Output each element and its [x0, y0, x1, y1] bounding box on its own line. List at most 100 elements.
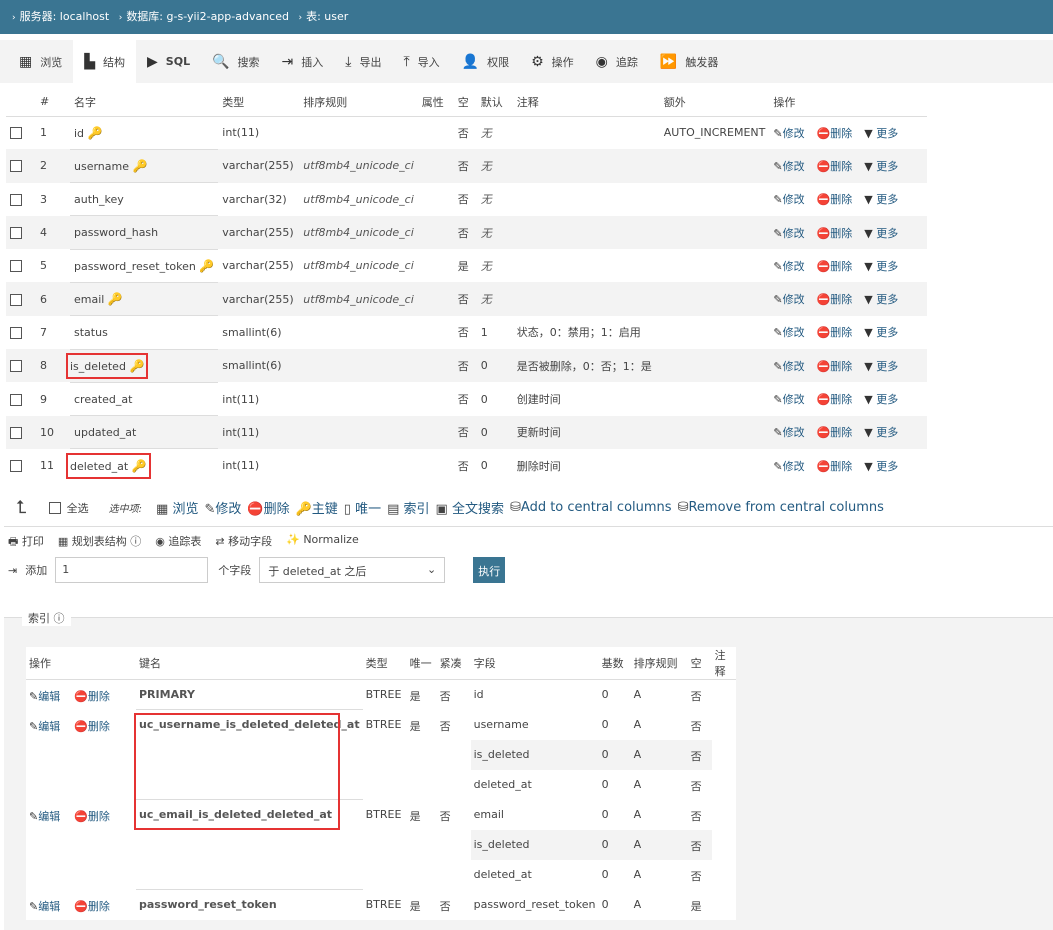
field-name[interactable]: email [74, 293, 104, 306]
drop-button[interactable]: ⛔删除 [817, 127, 853, 140]
drop-button[interactable]: ⛔删除 [817, 426, 853, 439]
change-button[interactable]: ✎修改 [773, 227, 804, 240]
tab-1[interactable]: ▙ 结构 [73, 40, 137, 83]
drop-index-button[interactable]: ⛔删除 [74, 720, 110, 733]
bulk-fulltext-button[interactable]: ▣ 全文搜索 [436, 498, 504, 517]
breadcrumb-server[interactable]: 服务器: localhost [20, 10, 110, 23]
more-dropdown[interactable]: ▼ 更多 [864, 193, 898, 206]
field-name[interactable]: password_hash [74, 226, 158, 239]
remove-central-columns-button[interactable]: ⛁Remove from central columns [678, 500, 884, 515]
drop-index-button[interactable]: ⛔删除 [74, 900, 110, 913]
drop-button[interactable]: ⛔删除 [817, 260, 853, 273]
check-all-checkbox[interactable] [48, 501, 61, 514]
normalize-button[interactable]: ✨ Normalize [286, 533, 359, 552]
breadcrumb-table[interactable]: 表: user [306, 10, 348, 23]
bulk-change-button[interactable]: ✎修改 [204, 498, 241, 517]
tab-8[interactable]: ⚙ 操作 [520, 40, 585, 83]
field-count-input[interactable]: 1 [55, 557, 209, 583]
add-central-columns-button[interactable]: ⛁Add to central columns [510, 500, 672, 515]
row-checkbox[interactable] [10, 160, 22, 173]
change-button[interactable]: ✎修改 [773, 326, 804, 339]
row-checkbox[interactable] [10, 227, 22, 240]
change-button[interactable]: ✎修改 [773, 127, 804, 140]
row-checkbox[interactable] [10, 393, 22, 406]
bulk-unique-button[interactable]: ▯ 唯一 [344, 498, 381, 517]
drop-button[interactable]: ⛔删除 [817, 160, 853, 173]
tab-2[interactable]: ▶ SQL [136, 40, 201, 83]
row-checkbox[interactable] [10, 326, 22, 339]
change-button[interactable]: ✎修改 [773, 360, 804, 373]
go-button[interactable]: 执行 [473, 557, 506, 583]
drop-index-button[interactable]: ⛔删除 [74, 810, 110, 823]
bulk-primary-button[interactable]: 🔑主键 [296, 498, 338, 517]
row-checkbox[interactable] [10, 426, 22, 439]
bulk-index-button[interactable]: ▤ 索引 [387, 498, 429, 517]
drop-button[interactable]: ⛔删除 [817, 193, 853, 206]
check-all-label[interactable]: 全选 [67, 500, 89, 516]
field-name[interactable]: status [74, 326, 108, 339]
more-dropdown[interactable]: ▼ 更多 [864, 460, 898, 473]
field-name[interactable]: id [74, 127, 84, 140]
more-dropdown[interactable]: ▼ 更多 [864, 160, 898, 173]
row-checkbox[interactable] [10, 460, 22, 473]
change-button[interactable]: ✎修改 [773, 293, 804, 306]
field-name[interactable]: deleted_at [70, 460, 128, 473]
edit-index-button[interactable]: ✎编辑 [29, 810, 60, 823]
tab-5[interactable]: ⤓ 导出 [334, 40, 392, 83]
change-button[interactable]: ✎修改 [773, 260, 804, 273]
edit-index-button[interactable]: ✎编辑 [29, 690, 60, 703]
tab-4[interactable]: ⇥ 插入 [271, 40, 335, 83]
field-name[interactable]: created_at [74, 393, 132, 406]
row-checkbox[interactable] [10, 193, 22, 206]
drop-button[interactable]: ⛔删除 [817, 460, 853, 473]
tab-7[interactable]: 👤 权限 [451, 40, 520, 83]
row-checkbox[interactable] [10, 360, 22, 373]
drop-button[interactable]: ⛔删除 [817, 293, 853, 306]
change-button[interactable]: ✎修改 [773, 160, 804, 173]
more-dropdown[interactable]: ▼ 更多 [864, 360, 898, 373]
field-name[interactable]: auth_key [74, 193, 124, 206]
tab-9[interactable]: ◉ 追踪 [585, 40, 649, 83]
change-button[interactable]: ✎修改 [773, 193, 804, 206]
field-name[interactable]: is_deleted [70, 360, 126, 373]
propose-structure-button[interactable]: ▦ 规划表结构 ⓘ [58, 533, 141, 552]
change-button[interactable]: ✎修改 [773, 393, 804, 406]
breadcrumb-database[interactable]: 数据库: g-s-yii2-app-advanced [126, 10, 289, 23]
row-checkbox[interactable] [10, 293, 22, 306]
change-button[interactable]: ✎修改 [773, 426, 804, 439]
edit-index-button[interactable]: ✎编辑 [29, 900, 60, 913]
more-dropdown[interactable]: ▼ 更多 [864, 393, 898, 406]
field-name[interactable]: password_reset_token [74, 260, 196, 273]
more-dropdown[interactable]: ▼ 更多 [864, 293, 898, 306]
bulk-browse-button[interactable]: ▦ 浏览 [156, 498, 198, 517]
row-checkbox[interactable] [10, 127, 22, 140]
more-dropdown[interactable]: ▼ 更多 [864, 127, 898, 140]
minus-circle-icon: ⛔ [816, 159, 831, 173]
field-name[interactable]: updated_at [74, 426, 136, 439]
tab-0[interactable]: ▦ 浏览 [8, 40, 73, 83]
col-name[interactable]: 名字 [70, 88, 219, 117]
more-dropdown[interactable]: ▼ 更多 [864, 326, 898, 339]
more-dropdown[interactable]: ▼ 更多 [864, 426, 898, 439]
drop-button[interactable]: ⛔删除 [817, 227, 853, 240]
drop-button[interactable]: ⛔删除 [817, 360, 853, 373]
change-button[interactable]: ✎修改 [773, 460, 804, 473]
track-table-button[interactable]: ◉ 追踪表 [155, 533, 201, 552]
drop-button[interactable]: ⛔删除 [817, 393, 853, 406]
tab-6[interactable]: ⤒ 导入 [392, 40, 450, 83]
drop-button[interactable]: ⛔删除 [817, 326, 853, 339]
more-dropdown[interactable]: ▼ 更多 [864, 227, 898, 240]
tab-3[interactable]: 🔍 搜索 [201, 40, 270, 83]
drop-index-button[interactable]: ⛔删除 [74, 690, 110, 703]
field-name[interactable]: username [74, 160, 129, 173]
move-columns-button[interactable]: ⇄ 移动字段 [215, 533, 272, 552]
minus-circle-icon: ⛔ [816, 426, 831, 440]
edit-index-button[interactable]: ✎编辑 [29, 720, 60, 733]
bulk-drop-button[interactable]: ⛔删除 [247, 498, 289, 517]
index-collation: A [633, 777, 642, 791]
row-checkbox[interactable] [10, 260, 22, 273]
more-dropdown[interactable]: ▼ 更多 [864, 260, 898, 273]
position-select[interactable]: 于 deleted_at 之后 ⌄ [259, 557, 446, 583]
tab-10[interactable]: ⏩ 触发器 [649, 40, 729, 83]
print-button[interactable]: 🖶 打印 [8, 533, 44, 552]
